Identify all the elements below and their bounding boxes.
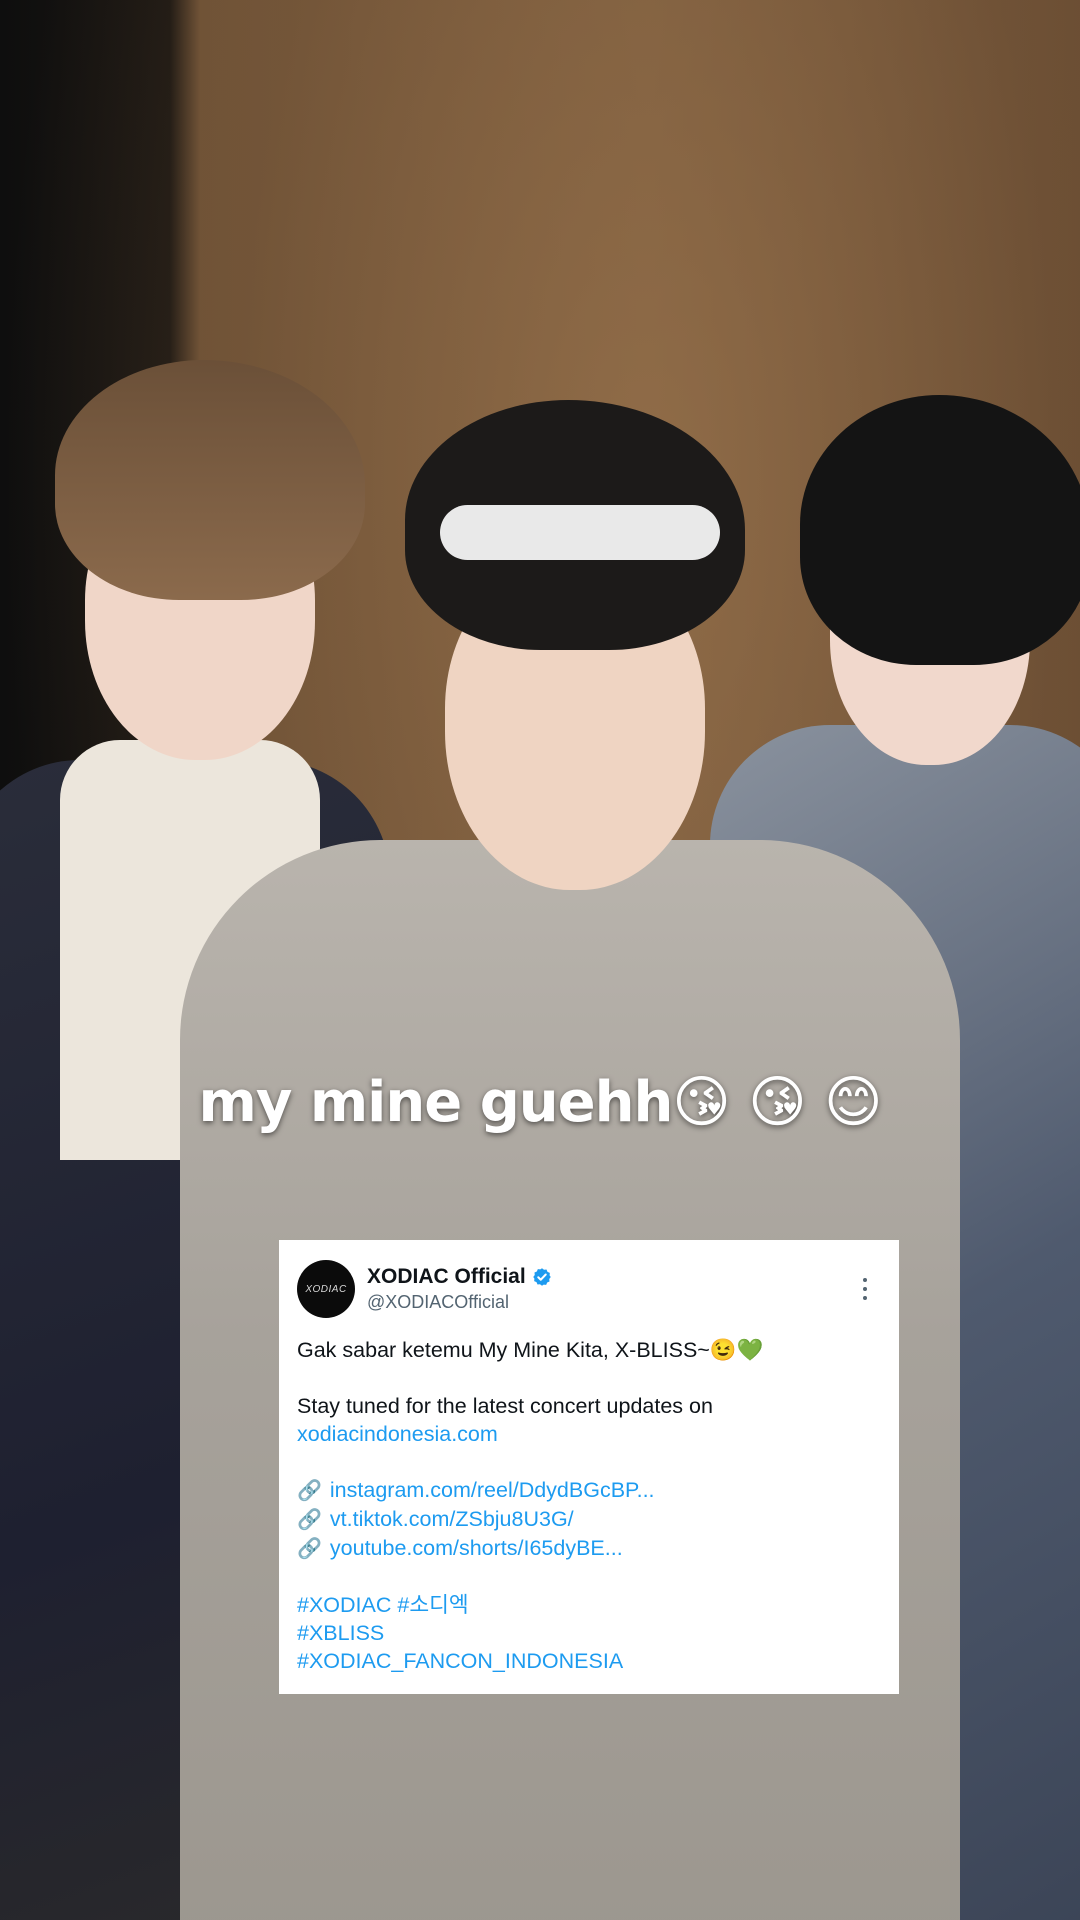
tweet-text-line: Gak sabar ketemu My Mine Kita, X-BLISS~😉… [297,1338,764,1362]
avatar[interactable]: XODIAC [297,1260,355,1318]
site-link[interactable]: xodiacindonesia.com [297,1420,881,1448]
link-icon: 🔗 [297,1538,322,1560]
verified-badge-icon [532,1268,551,1286]
video-caption: my mine guehh😘 😘 😊 [198,1070,882,1135]
link-item[interactable]: 🔗 instagram.com/reel/DdydBGcBP... [297,1476,881,1505]
author-display-name[interactable]: XODIAC Official [367,1265,526,1289]
tweet-body: Gak sabar ketemu My Mine Kita, X-BLISS~😉… [297,1336,881,1675]
avatar-logo-text: XODIAC [305,1283,347,1295]
link-item[interactable]: 🔗 vt.tiktok.com/ZSbju8U3G/ [297,1505,881,1534]
author-name-row: XODIAC Official [367,1265,552,1289]
tiktok-link[interactable]: vt.tiktok.com/ZSbju8U3G/ [330,1507,574,1531]
person-center-headband [440,505,720,560]
author-handle[interactable]: @XODIACOfficial [367,1292,552,1313]
hashtag-line[interactable]: #XODIAC #소디엑 [297,1591,881,1619]
link-icon: 🔗 [297,1480,322,1502]
tweet-card[interactable]: XODIAC XODIAC Official @XODIACOfficial G… [279,1240,899,1694]
hashtag-line[interactable]: #XBLISS [297,1619,881,1647]
instagram-link[interactable]: instagram.com/reel/DdydBGcBP... [330,1478,655,1502]
tweet-text-line: Stay tuned for the latest concert update… [297,1394,713,1418]
link-icon: 🔗 [297,1509,322,1531]
more-options-icon[interactable] [861,1278,869,1300]
tweet-author: XODIAC Official @XODIACOfficial [367,1265,552,1313]
tweet-header: XODIAC XODIAC Official @XODIACOfficial [297,1260,881,1318]
hashtag-line[interactable]: #XODIAC_FANCON_INDONESIA [297,1647,881,1675]
link-item[interactable]: 🔗 youtube.com/shorts/I65dyBE... [297,1534,881,1563]
youtube-link[interactable]: youtube.com/shorts/I65dyBE... [330,1536,623,1560]
video-frame[interactable]: my mine guehh😘 😘 😊 XODIAC XODIAC Officia… [0,0,1080,1920]
